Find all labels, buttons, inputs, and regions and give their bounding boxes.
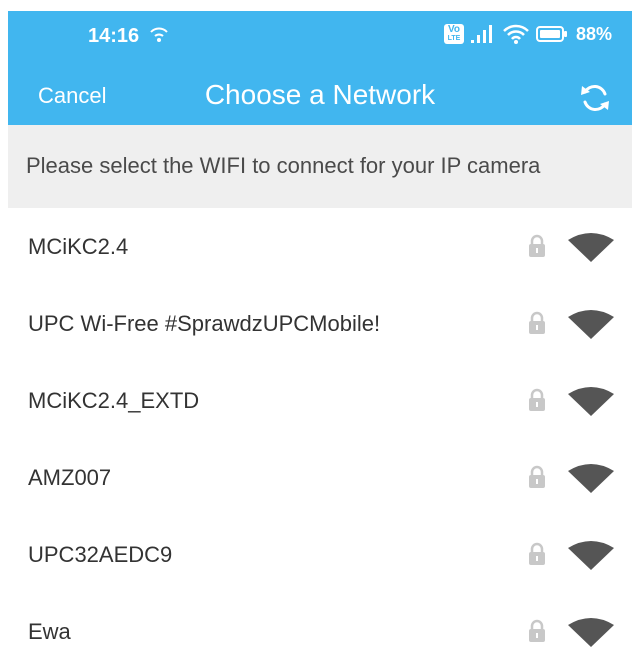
network-ssid: Ewa (28, 619, 71, 644)
status-time: 14:16 (88, 25, 140, 47)
volte-top: Vo (447, 24, 460, 35)
refresh-icon[interactable] (578, 81, 612, 115)
status-indicators: Vo LTE 88% (443, 23, 612, 45)
signal-icon (470, 25, 492, 43)
network-ssid: MCiKC2.4 (28, 234, 129, 259)
network-row[interactable]: UPC32AEDC9 (8, 516, 632, 593)
network-row[interactable]: MCiKC2.4 (8, 208, 632, 285)
network-ssid: AMZ007 (28, 465, 112, 490)
network-row[interactable]: Ewa (8, 593, 632, 661)
lock-icon (529, 388, 545, 411)
network-ssid: MCiKC2.4_EXTD (28, 388, 200, 413)
lock-icon (529, 465, 545, 488)
instruction-banner: Please select the WIFI to connect for yo… (8, 125, 632, 208)
network-ssid: UPC32AEDC9 (28, 542, 173, 567)
wifi-signal-icon (568, 464, 614, 493)
battery-percent: 88% (575, 23, 612, 44)
header-bar: 14:16 Vo LTE 88% Cancel Choose a Network (8, 11, 632, 125)
lock-icon (529, 619, 545, 642)
wifi-signal-icon (568, 387, 614, 416)
lock-icon (529, 542, 545, 565)
volte-icon: Vo LTE (443, 24, 464, 44)
lock-icon (529, 234, 545, 257)
network-row[interactable]: UPC Wi-Free #SprawdzUPCMobile! (8, 285, 632, 362)
hotspot-icon (150, 27, 168, 42)
screen: 14:16 Vo LTE 88% Cancel Choose a Network… (0, 0, 632, 661)
wifi-signal-icon (568, 618, 614, 647)
network-row[interactable]: AMZ007 (8, 439, 632, 516)
instruction-text: Please select the WIFI to connect for yo… (26, 153, 541, 178)
battery-icon (535, 26, 567, 42)
network-list: MCiKC2.4 UPC Wi-Free #SprawdzUPCMobile! MC… (8, 208, 632, 661)
volte-bottom: LTE (447, 35, 461, 42)
network-row[interactable]: MCiKC2.4_EXTD (8, 362, 632, 439)
wifi-signal-icon (568, 541, 614, 570)
page-title: Choose a Network (204, 79, 436, 110)
wifi-status-icon (503, 24, 529, 44)
lock-icon (529, 311, 545, 334)
network-ssid: UPC Wi-Free #SprawdzUPCMobile! (28, 311, 381, 336)
wifi-signal-icon (568, 310, 614, 339)
wifi-signal-icon (568, 233, 614, 262)
